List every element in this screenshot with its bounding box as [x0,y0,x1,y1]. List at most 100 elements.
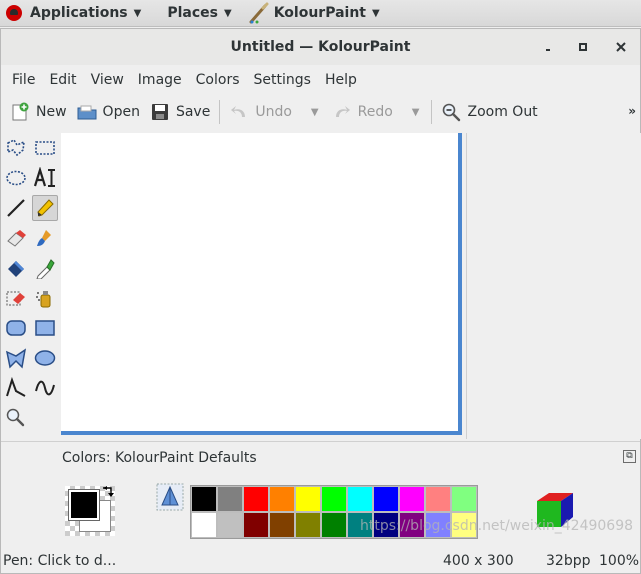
palette-color-swatch[interactable] [269,512,295,538]
menu-colors[interactable]: Colors [189,72,247,88]
close-button[interactable] [612,38,630,56]
curve-icon [35,380,55,396]
maximize-button[interactable] [574,38,592,56]
polyline-icon [6,377,26,397]
menu-bar: File Edit View Image Colors Settings Hel… [1,65,640,95]
polygon-icon [5,348,27,369]
rectangle-selection-tool[interactable] [32,135,58,161]
palette-color-swatch[interactable] [191,486,217,512]
places-menu[interactable]: Places ▼ [161,0,237,27]
chevron-down-icon: ▼ [372,7,380,19]
dock-float-button[interactable]: ⧉ [623,450,636,463]
minimize-button[interactable] [539,38,557,56]
rounded-rectangle-tool[interactable] [3,315,29,341]
brush-tool[interactable] [32,225,58,251]
redo-label: Redo [357,104,393,120]
distro-logo-icon [6,5,22,21]
free-form-selection-tool[interactable] [3,135,29,161]
chevron-down-icon: ▼ [133,7,142,19]
rectangle-tool[interactable] [32,315,58,341]
active-app-menu[interactable]: KolourPaint ▼ [242,0,386,27]
ellipse-icon [34,350,56,366]
lasso-select-icon [7,138,25,157]
places-label: Places [167,5,218,21]
ellipse-tool[interactable] [32,345,58,371]
save-label: Save [175,104,211,120]
palette-color-swatch[interactable] [295,486,321,512]
colors-palette-label: Colors: KolourPaint Defaults [62,450,257,466]
open-button[interactable]: Open [72,98,145,126]
pen-tool[interactable] [32,195,58,221]
menu-image[interactable]: Image [131,72,189,88]
flood-fill-tool[interactable] [3,255,29,281]
palette-color-swatch[interactable] [347,486,373,512]
eraser-tool[interactable] [3,225,29,251]
canvas-scroll-area[interactable] [61,133,641,439]
open-label: Open [102,104,140,120]
curve-tool[interactable] [32,375,58,401]
palette-color-swatch[interactable] [399,486,425,512]
undo-label: Undo [255,104,292,120]
menu-settings[interactable]: Settings [247,72,318,88]
palette-color-swatch[interactable] [243,486,269,512]
toolbar-overflow-button[interactable]: » [628,104,636,118]
foreground-color-swatch[interactable] [68,489,100,521]
palette-color-swatch[interactable] [217,512,243,538]
zoom-tool[interactable] [3,405,29,431]
menu-view[interactable]: View [84,72,131,88]
undo-dropdown-icon[interactable]: ▼ [311,107,319,118]
swap-colors-icon[interactable] [101,486,115,503]
zoom-level: 100% [599,553,640,569]
redo-dropdown-icon[interactable]: ▼ [412,107,420,118]
palette-color-swatch[interactable] [217,486,243,512]
rect-select-icon [35,141,55,155]
palette-color-swatch[interactable] [269,486,295,512]
applications-label: Applications [30,5,128,21]
window-title: Untitled — KolourPaint [230,39,411,55]
zoom-out-button[interactable]: Zoom Out [436,98,542,126]
line-tool[interactable] [3,195,29,221]
palette-color-swatch[interactable] [425,486,451,512]
polygon-tool[interactable] [3,345,29,371]
toolbar-separator [219,100,221,124]
foreground-background-color-box[interactable] [65,486,119,538]
text-tool[interactable] [32,165,58,191]
palette-color-swatch[interactable] [243,512,269,538]
palette-color-swatch[interactable] [191,512,217,538]
window-titlebar[interactable]: Untitled — KolourPaint [1,29,640,65]
undo-button[interactable]: Undo [224,98,297,126]
palette-color-swatch[interactable] [295,512,321,538]
palette-color-swatch[interactable] [321,512,347,538]
folder-open-icon [77,102,97,122]
new-label: New [36,104,67,120]
watermark-text: https://blog.csdn.net/weixin_42490698 [360,518,634,534]
transparent-selection-mode[interactable] [156,483,184,511]
menu-file[interactable]: File [5,72,42,88]
top-panel: Applications ▼ Places ▼ KolourPaint ▼ [0,0,641,27]
palette-color-swatch[interactable] [321,486,347,512]
color-eraser-tool[interactable] [3,285,29,311]
status-message: Pen: Click to d... [3,553,117,569]
color-depth: 32bpp [546,553,591,569]
polyline-tool[interactable] [3,375,29,401]
menu-edit[interactable]: Edit [42,72,83,88]
text-icon [33,167,55,187]
menu-help[interactable]: Help [318,72,364,88]
new-button[interactable]: New [5,98,72,126]
image-dimensions: 400 x 300 [443,553,514,569]
spraycan-icon [36,291,51,308]
drawing-canvas[interactable] [61,133,462,435]
save-icon [150,102,170,122]
kolourpaint-app-icon [248,2,270,24]
palette-color-swatch[interactable] [451,486,477,512]
palette-color-swatch[interactable] [373,486,399,512]
redo-button[interactable]: Redo [327,98,398,126]
save-button[interactable]: Save [145,98,215,126]
spraycan-tool[interactable] [32,285,58,311]
applications-menu[interactable]: Applications ▼ [0,0,147,27]
ellipse-selection-tool[interactable] [3,165,29,191]
toolbar-separator [431,100,433,124]
color-picker-tool[interactable] [32,255,58,281]
line-icon [7,199,25,217]
undo-icon [229,102,249,122]
